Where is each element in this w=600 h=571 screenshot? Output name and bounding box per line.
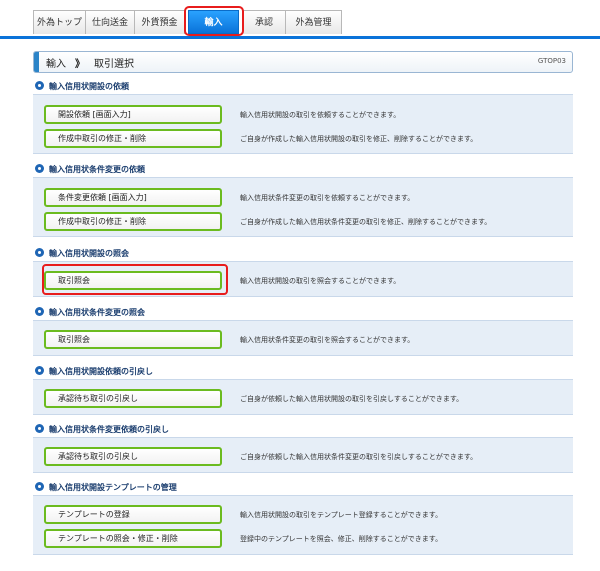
page-title: 輸入》取引選択	[46, 55, 134, 70]
edit-draft-button[interactable]: 作成中取引の修正・削除	[44, 212, 222, 231]
title-sub: 取引選択	[94, 59, 134, 70]
section-title-lc-open-request: 輸入信用状開設の依頼	[35, 81, 129, 93]
bullet-icon	[35, 424, 44, 433]
item-description: ご自身が依頼した輸入信用状開設の取引を引戻しすることができます。	[240, 395, 464, 403]
register-template-button[interactable]: テンプレートの登録	[44, 505, 222, 524]
section-title-lc-amend-recall: 輸入信用状条件変更依頼の引戻し	[35, 424, 169, 436]
section-title-lc-template-management: 輸入信用状開設テンプレートの管理	[35, 482, 177, 494]
button-highlight-box	[42, 264, 228, 295]
tab-outward-remittance[interactable]: 仕向送金	[85, 10, 135, 34]
tab-fx-management[interactable]: 外為管理	[285, 10, 342, 34]
page-title-bar: 輸入》取引選択 GTOP03	[33, 51, 573, 73]
tab-highlight-box	[184, 6, 244, 36]
section-panel-lc-amend-recall: 承認待ち取引の引戻し ご自身が依頼した輸入信用状条件変更の取引を引戻しすることが…	[33, 437, 573, 473]
section-panel-lc-amend-request: 条件変更依頼 [画面入力] 輸入信用状条件変更の取引を依頼することができます。 …	[33, 177, 573, 237]
tab-foreign-deposit[interactable]: 外貨預金	[134, 10, 185, 34]
screen-code: GTOP03	[537, 57, 566, 65]
recall-pending-button[interactable]: 承認待ち取引の引戻し	[44, 447, 222, 466]
template-inquiry-edit-delete-button[interactable]: テンプレートの照会・修正・削除	[44, 529, 222, 548]
title-separator: 》	[75, 59, 85, 70]
title-accent	[34, 52, 39, 72]
bullet-icon	[35, 81, 44, 90]
section-title-lc-open-inquiry: 輸入信用状開設の照会	[35, 248, 129, 260]
item-description: ご自身が依頼した輸入信用状条件変更の取引を引戻しすることができます。	[240, 453, 478, 461]
tab-underline	[0, 36, 600, 39]
bullet-icon	[35, 482, 44, 491]
bullet-icon	[35, 307, 44, 316]
bullet-icon	[35, 366, 44, 375]
transaction-inquiry-button[interactable]: 取引照会	[44, 330, 222, 349]
section-title-lc-amend-inquiry: 輸入信用状条件変更の照会	[35, 307, 145, 319]
open-request-input-button[interactable]: 開設依頼 [画面入力]	[44, 105, 222, 124]
item-description: ご自身が作成した輸入信用状条件変更の取引を修正、削除することができます。	[240, 218, 492, 226]
section-panel-lc-open-recall: 承認待ち取引の引戻し ご自身が依頼した輸入信用状開設の取引を引戻しすることができ…	[33, 379, 573, 415]
item-description: 輸入信用状開設の取引を依頼することができます。	[240, 111, 401, 119]
item-description: 輸入信用状開設の取引をテンプレート登録することができます。	[240, 511, 443, 519]
amend-request-input-button[interactable]: 条件変更依頼 [画面入力]	[44, 188, 222, 207]
section-panel-lc-template-management: テンプレートの登録 輸入信用状開設の取引をテンプレート登録することができます。 …	[33, 495, 573, 555]
item-description: 輸入信用状開設の取引を照会することができます。	[240, 277, 401, 285]
item-description: ご自身が作成した輸入信用状開設の取引を修正、削除することができます。	[240, 135, 478, 143]
tab-approval[interactable]: 承認	[242, 10, 286, 34]
section-title-lc-amend-request: 輸入信用状条件変更の依頼	[35, 164, 145, 176]
recall-pending-button[interactable]: 承認待ち取引の引戻し	[44, 389, 222, 408]
item-description: 登録中のテンプレートを照会、修正、削除することができます。	[240, 535, 443, 543]
item-description: 輸入信用状条件変更の取引を照会することができます。	[240, 336, 415, 344]
bullet-icon	[35, 248, 44, 257]
item-description: 輸入信用状条件変更の取引を依頼することができます。	[240, 194, 415, 202]
bullet-icon	[35, 164, 44, 173]
section-panel-lc-amend-inquiry: 取引照会 輸入信用状条件変更の取引を照会することができます。	[33, 320, 573, 356]
section-panel-lc-open-request: 開設依頼 [画面入力] 輸入信用状開設の取引を依頼することができます。 作成中取…	[33, 94, 573, 154]
title-main: 輸入	[46, 59, 66, 70]
tab-fx-top[interactable]: 外為トップ	[33, 10, 86, 34]
section-title-lc-open-recall: 輸入信用状開設依頼の引戻し	[35, 366, 153, 378]
edit-draft-button[interactable]: 作成中取引の修正・削除	[44, 129, 222, 148]
